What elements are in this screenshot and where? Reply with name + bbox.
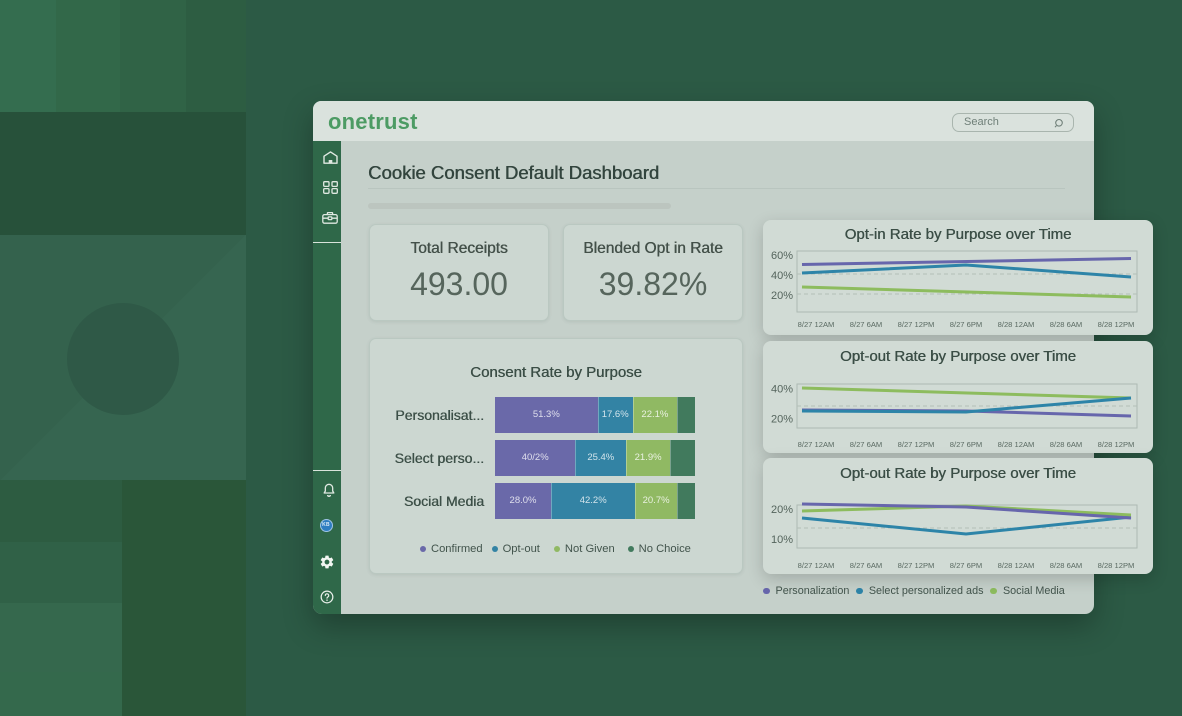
svg-text:8/28 6AM: 8/28 6AM [1050,561,1083,570]
svg-text:8/28 6AM: 8/28 6AM [1050,440,1083,449]
svg-text:8/28 12PM: 8/28 12PM [1098,561,1135,570]
svg-text:8/27 12PM: 8/27 12PM [898,320,935,329]
svg-text:8/28 6AM: 8/28 6AM [1050,320,1083,329]
svg-text:8/28 12AM: 8/28 12AM [998,561,1035,570]
svg-text:8/27 12PM: 8/27 12PM [898,440,935,449]
svg-text:20%: 20% [771,414,793,426]
svg-text:20%: 20% [771,504,793,516]
svg-text:8/28 12PM: 8/28 12PM [1098,320,1135,329]
svg-text:8/27 6PM: 8/27 6PM [950,320,983,329]
svg-text:8/28 12PM: 8/28 12PM [1098,440,1135,449]
svg-text:10%: 10% [771,534,793,546]
svg-text:8/27 6AM: 8/27 6AM [850,561,883,570]
svg-text:40%: 40% [771,270,793,282]
svg-text:60%: 60% [771,250,793,262]
svg-text:8/27 12AM: 8/27 12AM [798,320,835,329]
svg-text:40%: 40% [771,384,793,396]
svg-text:8/27 12AM: 8/27 12AM [798,561,835,570]
svg-text:8/27 6AM: 8/27 6AM [850,440,883,449]
svg-text:20%: 20% [771,290,793,302]
svg-text:8/27 6PM: 8/27 6PM [950,561,983,570]
svg-text:8/27 12PM: 8/27 12PM [898,561,935,570]
svg-text:8/28 12AM: 8/28 12AM [998,440,1035,449]
svg-text:8/28 12AM: 8/28 12AM [998,320,1035,329]
svg-text:8/27 6PM: 8/27 6PM [950,440,983,449]
svg-text:8/27 12AM: 8/27 12AM [798,440,835,449]
svg-text:8/27 6AM: 8/27 6AM [850,320,883,329]
